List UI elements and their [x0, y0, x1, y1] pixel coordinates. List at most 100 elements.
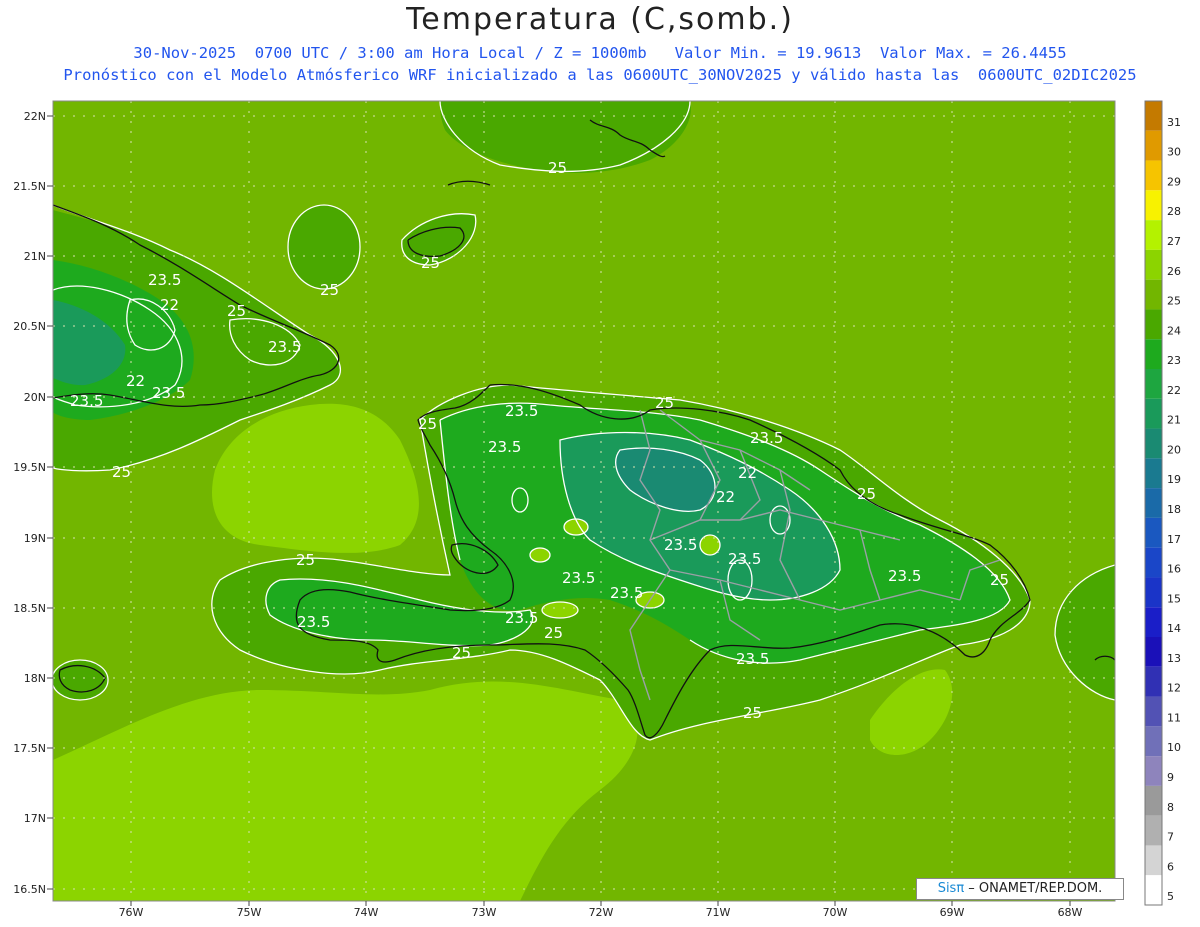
colorbar-label: 20: [1167, 443, 1181, 456]
colorbar-swatch: [1145, 428, 1162, 459]
lat-label: 19.5N: [13, 461, 46, 474]
lat-label: 17N: [24, 812, 46, 825]
colorbar-swatch: [1145, 726, 1162, 757]
colorbar-label: 7: [1167, 831, 1174, 844]
colorbar-swatch: [1145, 666, 1162, 697]
colorbar-label: 19: [1167, 473, 1181, 486]
colorbar-label: 24: [1167, 324, 1181, 337]
colorbar-label: 16: [1167, 563, 1181, 576]
contour-label: 25: [418, 415, 437, 433]
contour-label: 25: [296, 551, 315, 569]
colorbar-swatch: [1145, 369, 1162, 399]
colorbar-swatch: [1145, 130, 1162, 161]
colorbar-label: 6: [1167, 860, 1174, 873]
contour-label: 22: [160, 296, 179, 314]
colorbar-swatch: [1145, 815, 1162, 846]
colorbar-swatch: [1145, 249, 1162, 280]
contour-label: 23.5: [488, 438, 521, 456]
color-legend: 31 30 29 28 27 26 25 24 23 22 21 20 19 18 17 16 15 14 13 12…: [1144, 100, 1181, 906]
lat-label: 17.5N: [13, 742, 46, 755]
colorbar-label: 12: [1167, 682, 1181, 695]
lat-label: 18N: [24, 672, 46, 685]
colorbar-swatch: [1145, 101, 1162, 131]
colorbar-swatch: [1145, 547, 1162, 578]
colorbar-swatch: [1145, 577, 1162, 608]
colorbar-swatch: [1145, 696, 1162, 727]
contour-label: 22: [738, 464, 757, 482]
credit-text: – ONAMET/REP.DOM.: [964, 881, 1103, 896]
colorbar-swatch: [1145, 398, 1162, 429]
lat-label: 22N: [24, 110, 46, 123]
colorbar-label: 28: [1167, 205, 1181, 218]
latitude-ticks: [47, 115, 53, 890]
contour-label: 23.5: [505, 609, 538, 627]
lat-label: 21.5N: [13, 180, 46, 193]
credit-box: Sisπ – ONAMET/REP.DOM.: [916, 878, 1124, 900]
map-field: 25 25 25 25 23.5 22 23.5 22 23.5 23.5 25…: [53, 101, 1115, 901]
lon-label: 75W: [237, 906, 262, 919]
colorbar-label: 9: [1167, 771, 1174, 784]
colorbar-swatch: [1145, 756, 1162, 786]
colorbar-swatch: [1145, 309, 1162, 340]
contour-label: 25: [544, 624, 563, 642]
colorbar-label: 15: [1167, 592, 1181, 605]
contour-label: 23.5: [562, 569, 595, 587]
colorbar-label: 22: [1167, 384, 1181, 397]
colorbar-swatch: [1145, 785, 1162, 816]
colorbar-label: 26: [1167, 265, 1181, 278]
colorbar-label: 17: [1167, 533, 1181, 546]
contour-label: 25: [452, 644, 471, 662]
lat-label: 18.5N: [13, 602, 46, 615]
colorbar-label: 30: [1167, 146, 1181, 159]
lon-label: 73W: [472, 906, 497, 919]
contour-label: 25: [421, 254, 440, 272]
colorbar-label: 29: [1167, 175, 1181, 188]
temperature-map: 25 25 25 25 23.5 22 23.5 22 23.5 23.5 25…: [13, 100, 1181, 919]
colorbar-label: 31: [1167, 116, 1181, 129]
colorbar-swatch: [1145, 339, 1162, 369]
contour-label: 25: [112, 463, 131, 481]
colorbar-label: 14: [1167, 622, 1181, 635]
lon-label: 70W: [823, 906, 848, 919]
colorbar-swatch: [1145, 517, 1162, 548]
contour-label: 25: [548, 159, 567, 177]
colorbar-label: 25: [1167, 295, 1181, 308]
lon-label: 72W: [589, 906, 614, 919]
lat-label: 20.5N: [13, 320, 46, 333]
contour-label: 25: [990, 571, 1009, 589]
colorbar-swatch: [1145, 607, 1162, 637]
colorbar-swatch: [1145, 190, 1162, 221]
colorbar-swatch: [1145, 488, 1162, 518]
contour-label: 23.5: [152, 384, 185, 402]
contour-label: 23.5: [268, 338, 301, 356]
contour-label: 23.5: [148, 271, 181, 289]
colorbar-label: 8: [1167, 801, 1174, 814]
contour-label: 23.5: [297, 613, 330, 631]
colorbar-swatch: [1145, 845, 1162, 876]
contour-label: 22: [716, 488, 735, 506]
lat-label: 20N: [24, 391, 46, 404]
colorbar-label: 10: [1167, 741, 1181, 754]
contour-label: 23.5: [888, 567, 921, 585]
contour-label: 25: [320, 281, 339, 299]
contour-label: 25: [857, 485, 876, 503]
contour-label: 23.5: [750, 429, 783, 447]
longitude-axis: 76W 75W 74W 73W 72W 71W 70W 69W 68W: [119, 906, 1083, 919]
contour-label: 25: [227, 302, 246, 320]
contour-label: 25: [743, 704, 762, 722]
colorbar-label: 5: [1167, 890, 1174, 903]
colorbar-label: 21: [1167, 414, 1181, 427]
contour-label: 23.5: [664, 536, 697, 554]
colorbar-swatch: [1145, 637, 1162, 667]
contour-label: 23.5: [610, 584, 643, 602]
lon-label: 71W: [706, 906, 731, 919]
credit-brand: Sisπ: [937, 881, 965, 896]
colorbar-swatch: [1145, 875, 1162, 905]
contour-label: 23.5: [505, 402, 538, 420]
contour-label: 22: [126, 372, 145, 390]
lon-label: 76W: [119, 906, 144, 919]
colorbar-label: 18: [1167, 503, 1181, 516]
contour-label: 23.5: [728, 550, 761, 568]
lat-label: 21N: [24, 250, 46, 263]
lat-label: 16.5N: [13, 883, 46, 896]
